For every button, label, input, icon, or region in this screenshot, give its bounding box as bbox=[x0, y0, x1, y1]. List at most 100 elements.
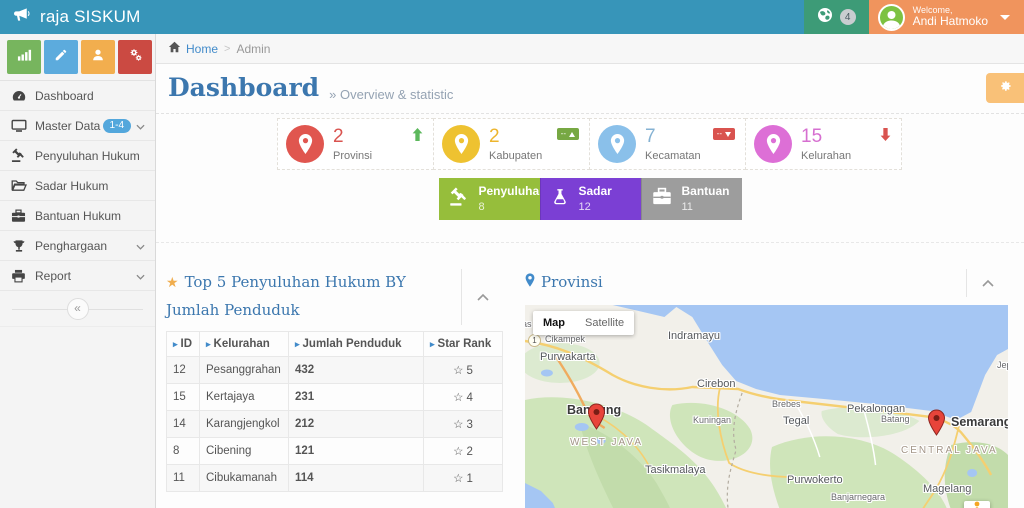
column-header-kelurahan[interactable]: ▸ Kelurahan bbox=[199, 330, 289, 357]
star-outline-icon: ☆ bbox=[453, 364, 464, 377]
table-row[interactable]: 14 Karangjengkol 212 ☆ 3 bbox=[166, 409, 503, 438]
language-notifications[interactable]: 4 bbox=[803, 0, 869, 34]
stat-card-kelurahan[interactable]: 15 Kelurahan bbox=[745, 118, 902, 170]
map-pin-icon bbox=[525, 273, 535, 291]
sidebar-item-label: Sadar Hukum bbox=[35, 178, 109, 193]
sidebar-item-sadar-hukum[interactable]: Sadar Hukum bbox=[0, 171, 155, 201]
sidebar-item-bantuan-hukum[interactable]: Bantuan Hukum bbox=[0, 201, 155, 231]
stats-row: 2 Provinsi 2 Kabupaten -- 7 Kecamatan --… bbox=[156, 118, 1024, 170]
megaphone-icon bbox=[14, 7, 31, 27]
stat-label: Kecamatan bbox=[645, 149, 701, 162]
map-label: Brebes bbox=[772, 398, 801, 409]
page-title: Dashboard bbox=[168, 73, 320, 102]
stat-value: 7 bbox=[645, 125, 656, 147]
map-type-satellite-button[interactable]: Satellite bbox=[575, 311, 634, 335]
column-header-id[interactable]: ▸ ID bbox=[166, 330, 200, 357]
sidebar-item-report[interactable]: Report bbox=[0, 261, 155, 291]
map-pin-icon bbox=[442, 125, 480, 163]
bantuan-button[interactable]: Bantuan 11 bbox=[640, 178, 742, 220]
quick-actions-row: Penyuluhan 8 Sadar 12 Bantuan 11 bbox=[156, 178, 1024, 220]
breadcrumb-home[interactable]: Home bbox=[168, 41, 218, 56]
caret-down-icon bbox=[1000, 14, 1010, 20]
sidebar: Dashboard Master Data 1-4 Penyuluhan Huk… bbox=[0, 34, 156, 508]
table-row[interactable]: 12 Pesanggrahan 432 ☆ 5 bbox=[166, 355, 503, 384]
map-label: Indramayu bbox=[668, 329, 720, 342]
stat-label: Provinsi bbox=[333, 149, 373, 162]
stat-card-kecamatan[interactable]: 7 Kecamatan -- bbox=[589, 118, 746, 170]
page-settings-button[interactable] bbox=[986, 73, 1024, 103]
map-label: Jep bbox=[997, 359, 1008, 370]
sidebar-item-label: Dashboard bbox=[35, 88, 94, 103]
map-marker-central-java[interactable] bbox=[927, 409, 946, 441]
sidebar-item-master-data[interactable]: Master Data 1-4 bbox=[0, 111, 155, 141]
users-quick-button[interactable] bbox=[81, 40, 115, 74]
map-marker-west-java[interactable] bbox=[587, 403, 606, 435]
penyuluhan-button[interactable]: Penyuluhan 8 bbox=[438, 178, 547, 220]
provinsi-map-panel: Provinsi Map Satellite s 1 Cikampek Purw… bbox=[525, 269, 1008, 508]
stat-card-kabupaten[interactable]: 2 Kabupaten -- bbox=[433, 118, 590, 170]
trend-badge-up: -- bbox=[556, 128, 579, 140]
map-type-map-button[interactable]: Map bbox=[533, 311, 575, 335]
star-outline-icon: ☆ bbox=[453, 418, 464, 431]
sidebar-item-label: Report bbox=[35, 268, 72, 283]
breadcrumb-current: Admin bbox=[236, 41, 271, 56]
sidebar-item-penyuluhan-hukum[interactable]: Penyuluhan Hukum bbox=[0, 141, 155, 171]
map-label: as bbox=[525, 318, 532, 329]
map-panel-collapse-button[interactable] bbox=[966, 269, 1008, 297]
notification-count-badge[interactable]: 4 bbox=[839, 9, 856, 25]
gavel-icon bbox=[449, 187, 469, 212]
briefcase-icon bbox=[652, 187, 672, 211]
trophy-icon bbox=[10, 239, 27, 253]
settings-quick-button[interactable] bbox=[118, 40, 152, 74]
star-outline-icon: ☆ bbox=[453, 391, 464, 404]
sadar-button[interactable]: Sadar 12 bbox=[539, 178, 641, 220]
stat-card-provinsi[interactable]: 2 Provinsi bbox=[277, 118, 434, 170]
table-panel-title: ★ Top 5 Penyuluhan Hukum BY Jumlah Pendud… bbox=[166, 273, 406, 319]
sidebar-item-dashboard[interactable]: Dashboard bbox=[0, 81, 155, 111]
globe-icon bbox=[817, 7, 833, 28]
table-row[interactable]: 11 Cibukamanah 114 ☆ 1 bbox=[166, 463, 503, 492]
top5-table: ▸ ID ▸ Kelurahan ▸ Jumlah Penduduk ▸ Star Ra… bbox=[166, 330, 503, 492]
master-data-count-badge: 1-4 bbox=[102, 118, 131, 133]
sidebar-item-label: Penghargaan bbox=[35, 238, 108, 253]
table-row[interactable]: 15 Kertajaya 231 ☆ 4 bbox=[166, 382, 503, 411]
map-label: Purwakarta bbox=[540, 350, 596, 363]
sidebar-item-label: Master Data bbox=[35, 118, 101, 133]
app-brand[interactable]: raja SISKUM bbox=[0, 7, 140, 27]
sidebar-item-label: Penyuluhan Hukum bbox=[35, 148, 140, 163]
sidebar-collapse-button[interactable]: « bbox=[66, 297, 89, 320]
gear-icon bbox=[998, 79, 1012, 98]
map-label: Semarang bbox=[951, 414, 1008, 429]
chevron-up-icon bbox=[981, 274, 994, 292]
user-name: Andi Hatmoko bbox=[912, 14, 988, 29]
map-label: CENTRAL JAVA bbox=[901, 444, 998, 456]
top5-table-panel: ★ Top 5 Penyuluhan Hukum BY Jumlah Pendud… bbox=[166, 269, 503, 508]
column-header-jumlah-penduduk[interactable]: ▸ Jumlah Penduduk bbox=[288, 330, 424, 357]
map-type-control: Map Satellite bbox=[533, 310, 635, 335]
map-label: Banjarnegara bbox=[831, 491, 886, 502]
map-label: Tasikmalaya bbox=[645, 463, 706, 476]
sidebar-item-penghargaan[interactable]: Penghargaan bbox=[0, 231, 155, 261]
trend-down-icon bbox=[880, 128, 891, 146]
google-map[interactable]: Map Satellite as 1 Cikampek Purwakarta I… bbox=[525, 304, 1008, 508]
map-label: Cirebon bbox=[697, 377, 736, 390]
chevron-up-icon bbox=[476, 288, 489, 306]
star-icon: ★ bbox=[166, 275, 179, 291]
table-row[interactable]: 8 Cibening 121 ☆ 2 bbox=[166, 436, 503, 465]
edit-quick-button[interactable] bbox=[44, 40, 78, 74]
trend-up-icon bbox=[412, 128, 423, 146]
map-label: Tegal bbox=[783, 414, 810, 427]
printer-icon bbox=[10, 269, 27, 283]
map-panel-title: Provinsi bbox=[525, 269, 966, 297]
monitor-icon bbox=[10, 119, 27, 133]
stats-quick-button[interactable] bbox=[7, 40, 41, 74]
top-header: raja SISKUM 4 Welcome, Andi Hatmoko bbox=[0, 0, 1024, 34]
user-menu[interactable]: Welcome, Andi Hatmoko bbox=[868, 0, 1024, 34]
table-panel-collapse-button[interactable] bbox=[461, 269, 503, 325]
trend-badge-down: -- bbox=[712, 128, 735, 140]
action-count: 8 bbox=[478, 200, 485, 213]
street-view-pegman-button[interactable] bbox=[964, 500, 990, 508]
column-header-star-rank[interactable]: ▸ Star Rank bbox=[423, 330, 503, 357]
stat-value: 2 bbox=[333, 125, 344, 147]
map-label: Magelang bbox=[923, 482, 972, 495]
